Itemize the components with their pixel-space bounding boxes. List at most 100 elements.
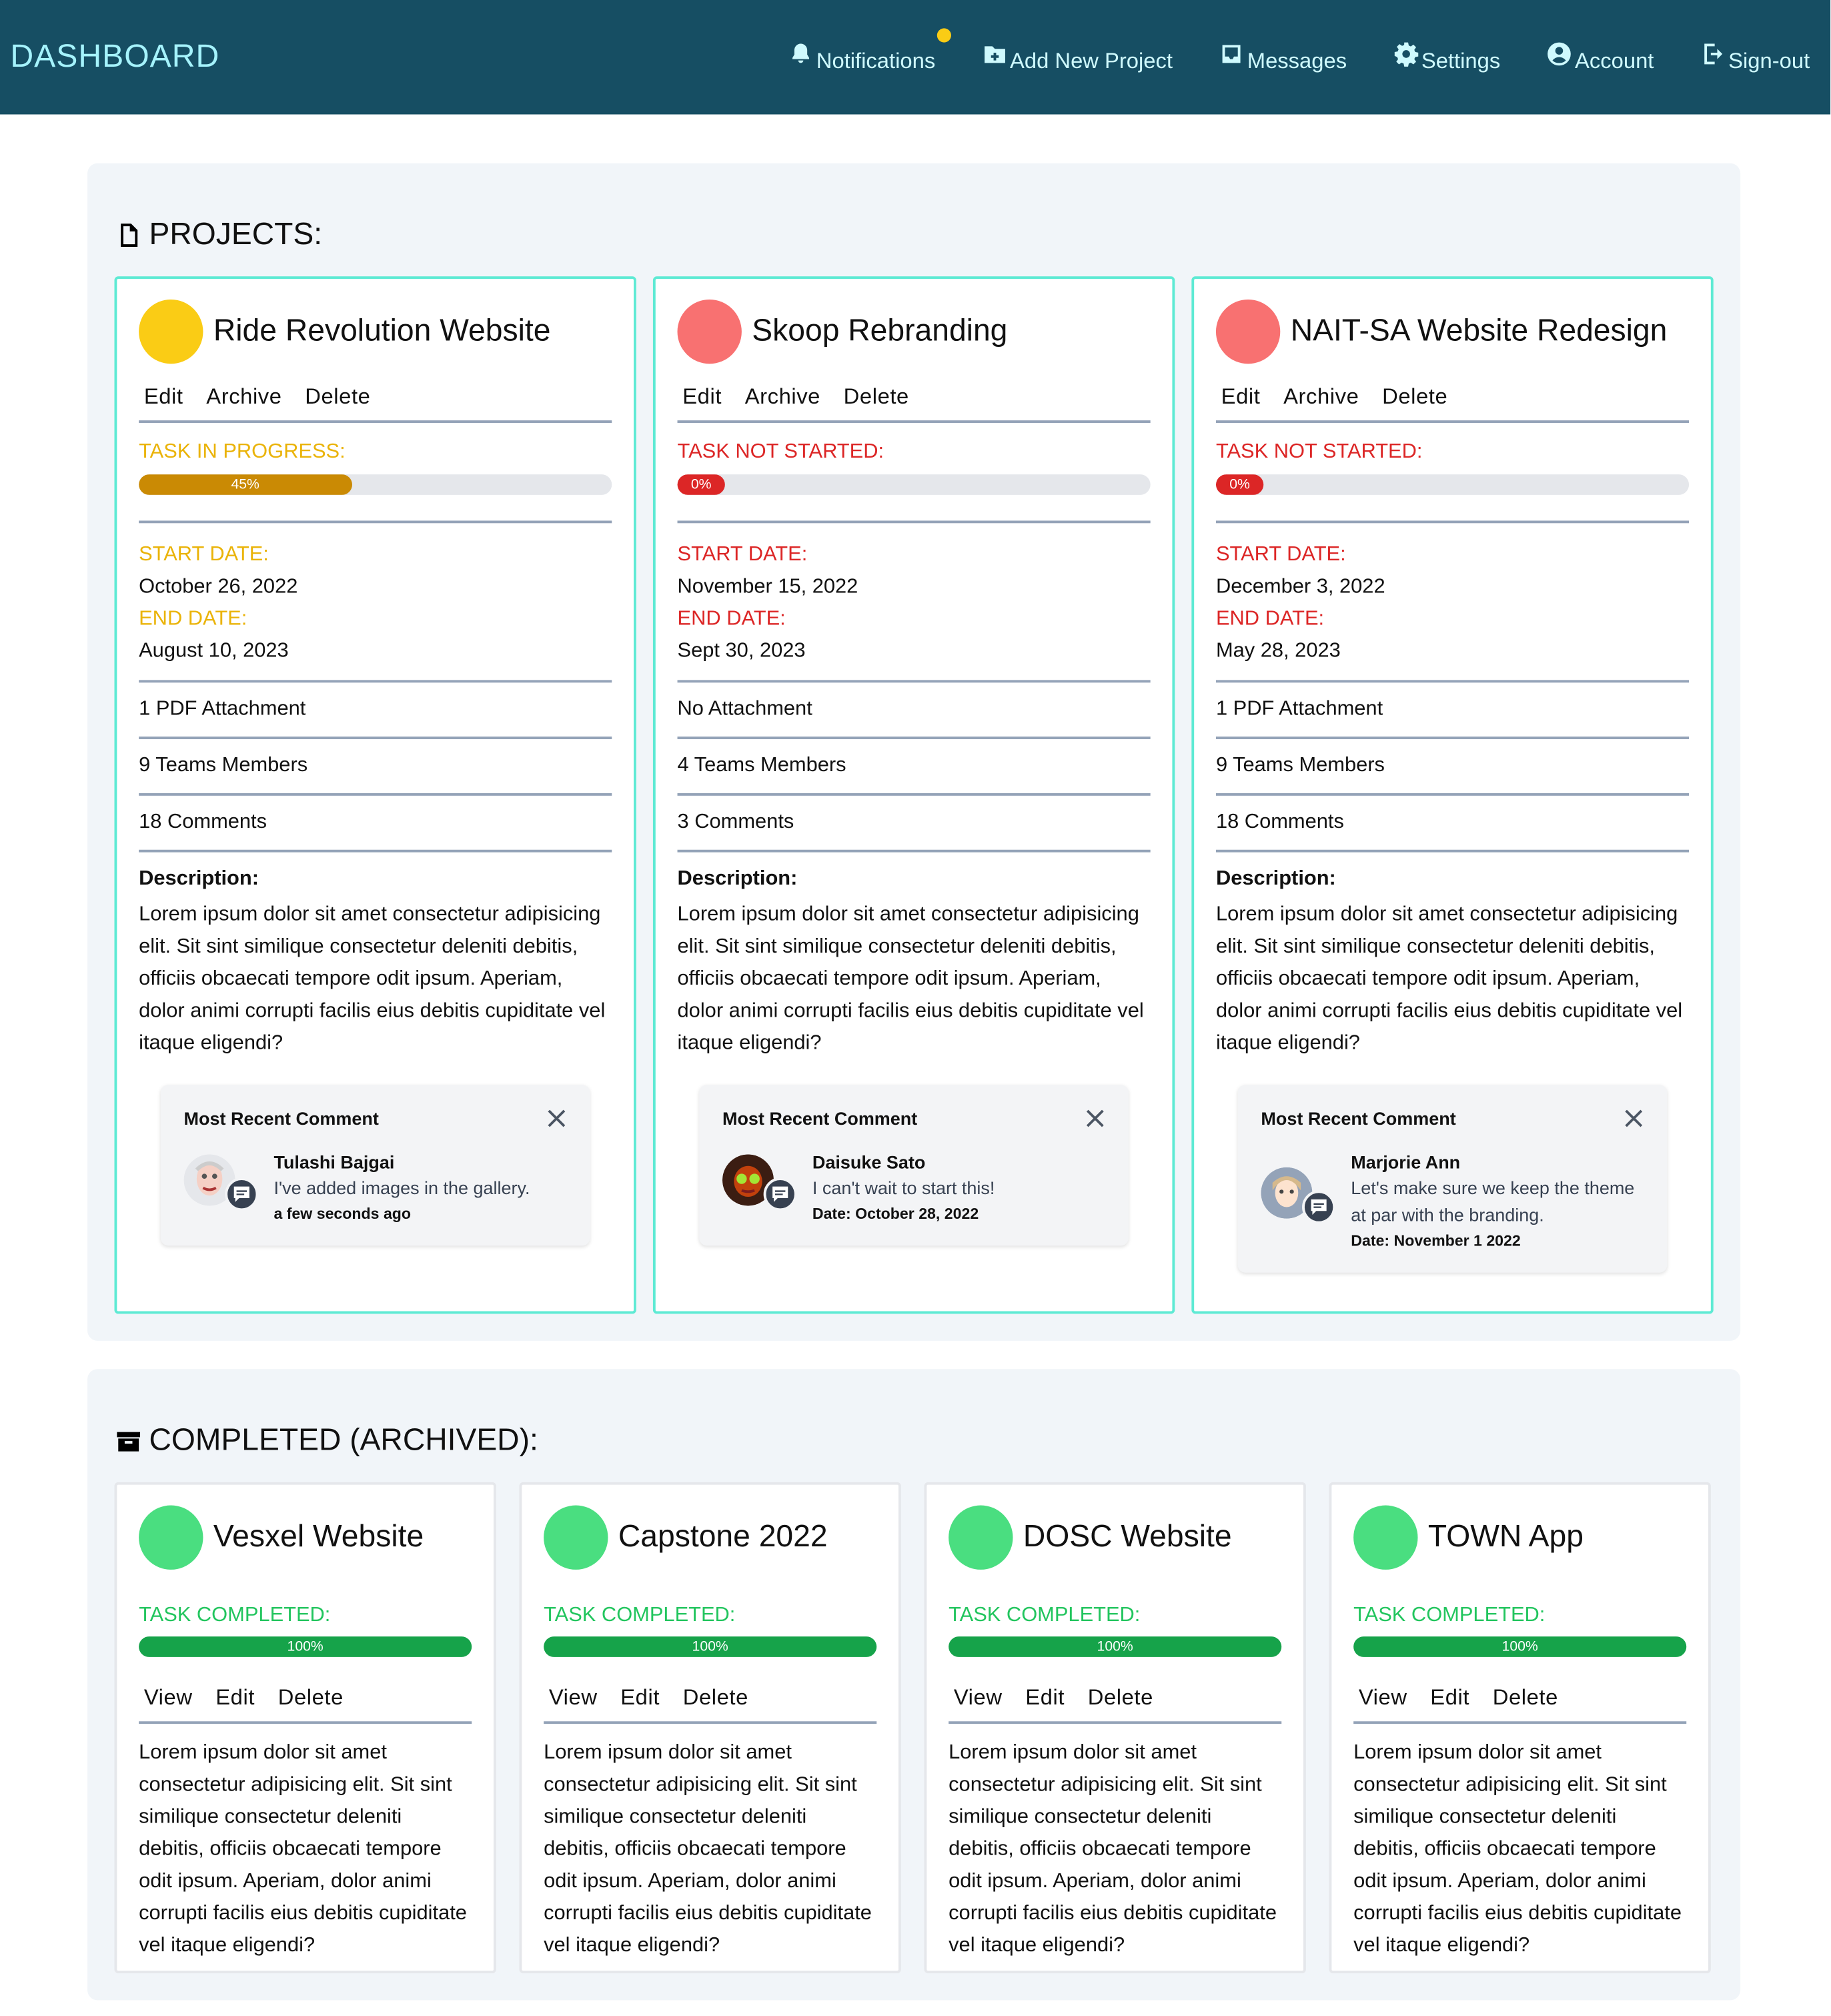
end-date: May 28, 2023 xyxy=(1215,640,1341,662)
edit-button[interactable]: Edit xyxy=(1430,1685,1469,1711)
project-dates: START DATE: October 26, 2022 END DATE: A… xyxy=(139,523,612,680)
document-icon xyxy=(121,223,138,247)
project-dates: START DATE: December 3, 2022 END DATE: M… xyxy=(1216,523,1689,680)
status-dot xyxy=(1353,1505,1418,1570)
edit-button[interactable]: Edit xyxy=(144,384,183,410)
project-card: Ride Revolution Website Edit Archive Del… xyxy=(114,276,636,1314)
comments-info[interactable]: 3 Comments xyxy=(677,793,1151,850)
archive-button[interactable]: Archive xyxy=(206,384,281,410)
delete-button[interactable]: Delete xyxy=(1493,1685,1558,1711)
team-members-info[interactable]: 4 Teams Members xyxy=(677,736,1151,793)
start-date: November 15, 2022 xyxy=(677,576,858,598)
attachment-info[interactable]: 1 PDF Attachment xyxy=(139,680,612,736)
project-status: TASK COMPLETED: xyxy=(544,1604,736,1626)
view-button[interactable]: View xyxy=(954,1685,1003,1711)
comment-author: Marjorie Ann xyxy=(1351,1151,1461,1173)
progress-fill: 45% xyxy=(139,474,352,495)
nav-add-new-project-label: Add New Project xyxy=(1010,48,1173,73)
end-date-label: END DATE: xyxy=(677,608,786,630)
chat-icon xyxy=(233,1186,249,1202)
view-button[interactable]: View xyxy=(549,1685,598,1711)
start-date-label: START DATE: xyxy=(677,544,808,566)
archived-card: Vesxel Website TASK COMPLETED: 100% View… xyxy=(114,1482,496,1973)
avatar xyxy=(183,1154,259,1211)
delete-button[interactable]: Delete xyxy=(1088,1685,1153,1711)
project-status: TASK COMPLETED: xyxy=(1353,1604,1546,1626)
projects-heading-label: PROJECTS: xyxy=(149,217,323,252)
project-status: TASK IN PROGRESS: xyxy=(139,440,346,463)
nav-account[interactable]: Account xyxy=(1547,41,1654,74)
project-actions: View Edit Delete xyxy=(1353,1657,1687,1724)
project-title: Ride Revolution Website xyxy=(213,314,551,349)
edit-button[interactable]: Edit xyxy=(682,384,722,410)
brand-title[interactable]: DASHBOARD xyxy=(10,39,219,76)
project-actions: View Edit Delete xyxy=(949,1657,1282,1724)
nav-settings[interactable]: Settings xyxy=(1393,41,1500,74)
recent-comment-card: Most Recent Comment Tulashi Bajgai I've … xyxy=(160,1085,590,1246)
delete-button[interactable]: Delete xyxy=(278,1685,344,1711)
end-date-label: END DATE: xyxy=(1215,608,1325,630)
comment-text: I can't wait to start this! xyxy=(812,1177,995,1198)
start-date-label: START DATE: xyxy=(139,544,269,566)
projects-section: PROJECTS: Ride Revolution Website Edit A… xyxy=(87,163,1741,1341)
projects-heading: PROJECTS: xyxy=(115,217,322,254)
progress-bar: 0% xyxy=(677,474,1151,495)
progress-bar: 100% xyxy=(139,1636,472,1657)
comments-info[interactable]: 18 Comments xyxy=(1215,793,1690,850)
project-description: Lorem ipsum dolor sit amet consectetur a… xyxy=(949,1742,1277,1957)
edit-button[interactable]: Edit xyxy=(215,1685,255,1711)
archive-box-icon xyxy=(117,1432,141,1452)
nav-settings-label: Settings xyxy=(1421,48,1501,73)
status-dot xyxy=(677,299,742,364)
archived-section: COMPLETED (ARCHIVED): Vesxel Website TAS… xyxy=(87,1369,1741,2001)
project-actions: View Edit Delete xyxy=(139,1657,472,1724)
end-date-label: END DATE: xyxy=(139,608,247,630)
edit-button[interactable]: Edit xyxy=(620,1685,660,1711)
project-dates: START DATE: November 15, 2022 END DATE: … xyxy=(678,523,1151,680)
delete-button[interactable]: Delete xyxy=(683,1685,748,1711)
nav-messages-label: Messages xyxy=(1247,48,1347,73)
progress-bar: 100% xyxy=(949,1636,1282,1657)
nav-sign-out[interactable]: Sign-out xyxy=(1700,41,1810,74)
project-actions: Edit Archive Delete xyxy=(1215,364,1690,423)
nav-add-new-project[interactable]: Add New Project xyxy=(982,41,1173,74)
bell-icon xyxy=(792,43,810,63)
dashboard-page: DASHBOARD Notifications Add New Project … xyxy=(0,0,1831,2016)
edit-button[interactable]: Edit xyxy=(1025,1685,1065,1711)
delete-button[interactable]: Delete xyxy=(305,384,370,410)
project-title: Skoop Rebranding xyxy=(752,314,1008,349)
nav-notifications[interactable]: Notifications xyxy=(788,27,951,74)
progress-bar: 100% xyxy=(1353,1636,1687,1657)
close-icon[interactable] xyxy=(1624,1108,1644,1129)
attachment-info[interactable]: 1 PDF Attachment xyxy=(1215,680,1690,736)
end-date: August 10, 2023 xyxy=(139,640,289,662)
team-members-info[interactable]: 9 Teams Members xyxy=(139,736,612,793)
recent-comment-card: Most Recent Comment Marjorie Ann Let's m… xyxy=(1237,1085,1668,1273)
archive-button[interactable]: Archive xyxy=(1283,384,1359,410)
close-icon[interactable] xyxy=(546,1108,567,1129)
nav-messages[interactable]: Messages xyxy=(1219,41,1347,74)
view-button[interactable]: View xyxy=(1359,1685,1407,1711)
close-icon[interactable] xyxy=(1085,1108,1105,1129)
edit-button[interactable]: Edit xyxy=(1221,384,1261,410)
comment-date: Date: October 28, 2022 xyxy=(812,1204,979,1223)
project-title: DOSC Website xyxy=(1023,1519,1232,1554)
avatar xyxy=(722,1154,797,1211)
comment-text: I've added images in the gallery. xyxy=(273,1177,530,1198)
view-button[interactable]: View xyxy=(144,1685,193,1711)
recent-comment-heading: Most Recent Comment xyxy=(1261,1108,1456,1129)
archive-button[interactable]: Archive xyxy=(745,384,820,410)
status-dot xyxy=(139,1505,203,1570)
team-members-info[interactable]: 9 Teams Members xyxy=(1215,736,1690,793)
attachment-info[interactable]: No Attachment xyxy=(677,680,1151,736)
project-actions: Edit Archive Delete xyxy=(677,364,1151,423)
delete-button[interactable]: Delete xyxy=(844,384,909,410)
comments-info[interactable]: 18 Comments xyxy=(139,793,612,850)
start-date: October 26, 2022 xyxy=(139,576,298,598)
project-description: Lorem ipsum dolor sit amet consectetur a… xyxy=(544,1742,872,1957)
comment-text: Let's make sure we keep the theme at par… xyxy=(1351,1177,1635,1225)
comment-author: Tulashi Bajgai xyxy=(273,1151,395,1173)
description-label: Description: xyxy=(1215,849,1690,891)
nav-notifications-label: Notifications xyxy=(816,48,936,73)
delete-button[interactable]: Delete xyxy=(1382,384,1447,410)
